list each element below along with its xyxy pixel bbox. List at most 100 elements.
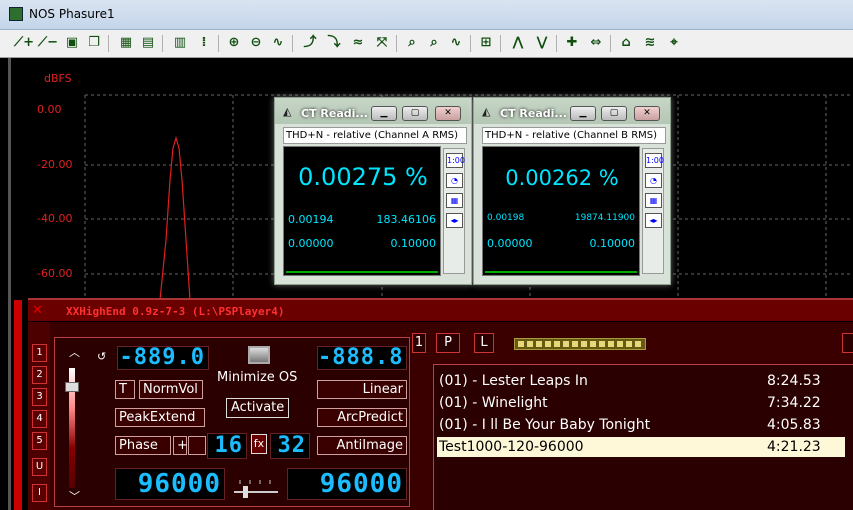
reading-icon: ◭ bbox=[482, 105, 491, 118]
side-button[interactable]: 4 bbox=[32, 410, 47, 428]
ct-table-icon[interactable]: ▦ bbox=[446, 193, 463, 208]
playlist-row[interactable]: (01) - Winelight 7:34.22 bbox=[437, 393, 845, 413]
peakextend-button[interactable]: PeakExtend bbox=[115, 408, 205, 427]
player-title: XXHighEnd 0.9z-7-3 (L:\PSPlayer4) bbox=[66, 305, 285, 318]
maximize-button[interactable]: ▢ bbox=[402, 106, 428, 121]
antiimage-button[interactable]: AntiImage bbox=[317, 436, 407, 455]
ct-table-icon[interactable]: ▦ bbox=[645, 193, 662, 208]
rate-left-display: 96000 bbox=[115, 468, 225, 500]
fx-button[interactable]: fx bbox=[251, 434, 267, 454]
playlist-row[interactable]: (01) - I ll Be Your Baby Tonight 4:05.83 bbox=[437, 415, 845, 435]
led bbox=[590, 341, 596, 347]
ct-display: 0.00262 % 0.00198 19874.11900 0.00000 0.… bbox=[482, 146, 640, 276]
ct-meter-icon[interactable]: ◔ bbox=[446, 173, 463, 188]
ct-range-button[interactable]: 1:00 bbox=[446, 153, 465, 168]
minimize-button[interactable]: ▁ bbox=[570, 106, 596, 121]
maximize-button[interactable]: ▢ bbox=[601, 106, 627, 121]
side-button[interactable]: I bbox=[32, 484, 47, 502]
volume-slider-knob[interactable] bbox=[65, 382, 79, 392]
ct-bar bbox=[286, 261, 438, 273]
linear-button[interactable]: Linear bbox=[317, 380, 407, 399]
plus-button[interactable]: + bbox=[173, 436, 188, 455]
minimize-button[interactable]: ▁ bbox=[371, 106, 397, 121]
close-button[interactable]: ✕ bbox=[435, 106, 461, 121]
close-button[interactable]: ✕ bbox=[634, 106, 660, 121]
playlist: (01) - Lester Leaps In 8:24.53 (01) - Wi… bbox=[433, 364, 853, 510]
led bbox=[599, 341, 605, 347]
ct-main-value: 0.00275 % bbox=[298, 163, 428, 191]
ct-title-bar[interactable]: ◭ CT Readi... ▁ ▢ ✕ bbox=[474, 98, 670, 124]
led bbox=[554, 341, 560, 347]
ct-bar bbox=[485, 261, 637, 273]
ct-right-value: 19874.11900 bbox=[574, 213, 635, 223]
t-button[interactable]: T bbox=[115, 380, 135, 399]
led bbox=[572, 341, 578, 347]
ct-range-button[interactable]: 1:00 bbox=[645, 153, 664, 168]
chevron-up-icon[interactable]: ︿ bbox=[69, 344, 80, 360]
track-title: Test1000-120-96000 bbox=[439, 439, 584, 455]
ct-title-bar[interactable]: ◭ CT Readi... ▁ ▢ ✕ bbox=[275, 98, 471, 124]
chevron-down-icon[interactable]: ﹀ bbox=[69, 488, 80, 504]
ct-subtitle: THD+N - relative (Channel B RMS) bbox=[482, 127, 666, 144]
led bbox=[545, 341, 551, 347]
track-duration: 8:24.53 bbox=[767, 373, 821, 389]
led bbox=[518, 341, 524, 347]
ct-scale-min: 0.00000 bbox=[288, 237, 334, 250]
arcpredict-button[interactable]: ArcPredict bbox=[317, 408, 407, 427]
rate-slider-knob bbox=[243, 486, 248, 498]
monitor-icon bbox=[248, 346, 270, 364]
header-button-1[interactable]: 1 bbox=[412, 333, 426, 353]
level-bar bbox=[14, 300, 22, 510]
bits-left-display: 16 bbox=[207, 433, 247, 459]
ct-title: CT Readi... bbox=[301, 107, 368, 120]
playlist-row-selected[interactable]: Test1000-120-96000 4:21.23 bbox=[437, 437, 845, 457]
side-button[interactable]: 1 bbox=[32, 344, 47, 362]
ct-left-value: 0.00198 bbox=[487, 213, 525, 223]
led bbox=[617, 341, 623, 347]
reading-icon: ◭ bbox=[283, 105, 292, 118]
activate-button[interactable]: Activate bbox=[226, 398, 290, 418]
ct-reading-window-a[interactable]: ◭ CT Readi... ▁ ▢ ✕ THD+N - relative (Ch… bbox=[274, 97, 472, 285]
player-title-bar[interactable]: ✕ XXHighEnd 0.9z-7-3 (L:\PSPlayer4) bbox=[28, 300, 853, 322]
rate-slider[interactable] bbox=[230, 468, 282, 502]
side-button[interactable]: 3 bbox=[32, 388, 47, 406]
track-title: (01) - Winelight bbox=[439, 395, 548, 411]
phase-extra-button[interactable] bbox=[188, 436, 206, 455]
ct-subtitle: THD+N - relative (Channel A RMS) bbox=[283, 127, 467, 144]
ct-scale-max: 0.10000 bbox=[390, 237, 437, 250]
playlist-row[interactable]: (01) - Lester Leaps In 8:24.53 bbox=[437, 371, 845, 391]
header-button-p[interactable]: P bbox=[436, 333, 460, 353]
ct-arrows-icon[interactable]: ◂▸ bbox=[446, 213, 463, 228]
track-duration: 7:34.22 bbox=[767, 395, 821, 411]
header-button-s[interactable] bbox=[842, 333, 853, 353]
right-display: -888.8 bbox=[317, 346, 407, 370]
side-number-strip: 1 2 3 4 5 U I bbox=[28, 322, 50, 510]
ct-side-toolbar: 1:00 ◔ ▦ ◂▸ bbox=[443, 148, 465, 274]
progress-led-row bbox=[514, 338, 646, 350]
track-duration: 4:21.23 bbox=[767, 439, 821, 455]
phase-invert-icon: ↺ bbox=[97, 350, 107, 363]
side-button[interactable]: 2 bbox=[32, 366, 47, 384]
bits-right-display: 32 bbox=[270, 433, 310, 459]
led bbox=[536, 341, 542, 347]
ct-scale-min: 0.00000 bbox=[487, 237, 533, 250]
led bbox=[581, 341, 587, 347]
header-button-l[interactable]: L bbox=[474, 333, 494, 353]
ct-reading-window-b[interactable]: ◭ CT Readi... ▁ ▢ ✕ THD+N - relative (Ch… bbox=[473, 97, 671, 285]
ct-title: CT Readi... bbox=[500, 107, 567, 120]
volume-display: -889.0 bbox=[117, 346, 209, 370]
track-duration: 4:05.83 bbox=[767, 417, 821, 433]
ct-scale-max: 0.10000 bbox=[589, 237, 636, 250]
led bbox=[608, 341, 614, 347]
track-title: (01) - I ll Be Your Baby Tonight bbox=[439, 417, 651, 433]
ct-meter-icon[interactable]: ◔ bbox=[645, 173, 662, 188]
player-logo-icon: ✕ bbox=[32, 303, 43, 318]
ct-main-value: 0.00262 % bbox=[505, 166, 619, 190]
ct-arrows-icon[interactable]: ◂▸ bbox=[645, 213, 662, 228]
rate-right-display: 96000 bbox=[287, 468, 407, 500]
phase-button[interactable]: Phase bbox=[115, 436, 171, 455]
ct-side-toolbar: 1:00 ◔ ▦ ◂▸ bbox=[642, 148, 664, 274]
normvol-button[interactable]: NormVol bbox=[139, 380, 203, 399]
side-button[interactable]: U bbox=[32, 458, 47, 476]
side-button[interactable]: 5 bbox=[32, 432, 47, 450]
